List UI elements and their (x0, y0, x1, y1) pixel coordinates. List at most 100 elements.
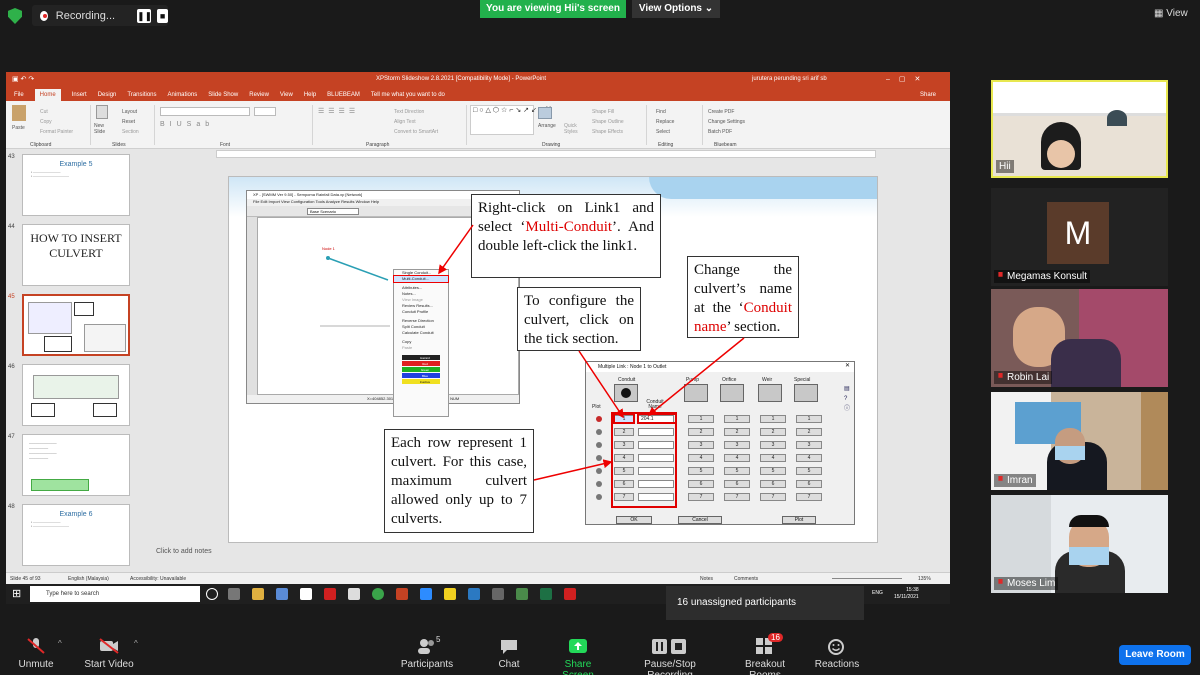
windows-start-icon[interactable]: ⊞ (12, 587, 21, 600)
tab-review[interactable]: Review (249, 92, 269, 98)
format-painter-button[interactable]: Format Painter (40, 127, 73, 137)
pause-stop-recording-button[interactable]: Pause/Stop Recording (620, 631, 720, 675)
tab-bluebeam[interactable]: BLUEBEAM (327, 92, 360, 98)
chrome-icon[interactable] (372, 588, 384, 600)
font-style-buttons[interactable]: BIUSab (160, 121, 214, 128)
font-name-select[interactable] (160, 107, 250, 116)
cut-button[interactable]: Cut (40, 107, 73, 117)
photos-icon[interactable] (516, 588, 528, 600)
view-options-button[interactable]: View Options ⌄ (632, 0, 720, 18)
participant-tile-megamas[interactable]: M Megamas Konsult (991, 188, 1168, 286)
share-button[interactable]: Share (920, 92, 936, 98)
zoom-slider[interactable] (832, 578, 902, 579)
app-icon[interactable] (492, 588, 504, 600)
app-icon[interactable] (348, 588, 360, 600)
tab-file[interactable]: File (14, 92, 24, 98)
shape-fill-button[interactable]: Shape Fill (592, 107, 624, 117)
security-shield-icon[interactable] (8, 8, 22, 24)
taskbar-search[interactable]: Type here to search (30, 586, 200, 602)
chat-button[interactable]: Chat (494, 631, 524, 670)
view-button[interactable]: ▦ View (1154, 8, 1188, 19)
tab-animations[interactable]: Animations (168, 92, 198, 98)
stop-recording-icon[interactable]: ■ (157, 8, 168, 23)
shape-outline-button[interactable]: Shape Outline (592, 117, 624, 127)
status-zoom[interactable]: 135% (918, 576, 931, 582)
slide-thumbnail-47[interactable]: ───────────── ───────── ───────────── ─────… (22, 434, 130, 496)
create-pdf-button[interactable]: Create PDF (708, 107, 745, 117)
cortana-icon[interactable] (206, 588, 218, 600)
tab-help[interactable]: Help (304, 92, 316, 98)
reset-button[interactable]: Reset (122, 117, 139, 127)
share-screen-button[interactable]: Share Screen (548, 631, 608, 675)
participant-tile-imran[interactable]: Imran (991, 392, 1168, 490)
status-comments-button[interactable]: Comments (734, 576, 758, 582)
font-size-select[interactable] (254, 107, 276, 116)
new-slide-button[interactable]: New Slide (94, 123, 116, 135)
slide-thumbnail-48[interactable]: Example 6 ▪ ───────────── ▪ ─────────────… (22, 504, 130, 566)
window-controls-icon[interactable]: –▢✕ (886, 75, 929, 83)
copy-button[interactable]: Copy (40, 117, 73, 127)
chevron-up-icon[interactable]: ^ (134, 639, 138, 648)
slide-thumbnail-46[interactable] (22, 364, 130, 426)
participants-button[interactable]: 5 Participants (400, 631, 454, 670)
slide-thumbnail-45[interactable] (22, 294, 130, 356)
tab-slideshow[interactable]: Slide Show (208, 92, 238, 98)
notes-pane[interactable]: Click to add notes (156, 548, 212, 555)
quick-styles-button[interactable]: Quick Styles (564, 123, 582, 135)
change-settings-button[interactable]: Change Settings (708, 117, 745, 127)
tab-transitions[interactable]: Transitions (127, 92, 156, 98)
zoom-icon[interactable] (420, 588, 432, 600)
unassigned-participants-tooltip[interactable]: 16 unassigned participants (666, 586, 864, 620)
find-button[interactable]: Find (656, 107, 674, 117)
save-icon[interactable]: ▣ ↶ ↷ (12, 75, 34, 83)
app-icon[interactable] (276, 588, 288, 600)
new-slide-icon[interactable] (96, 105, 108, 119)
chevron-up-icon[interactable]: ^ (58, 639, 62, 648)
app-icon[interactable] (468, 588, 480, 600)
shape-effects-button[interactable]: Shape Effects (592, 127, 624, 137)
excel-icon[interactable] (540, 588, 552, 600)
app-r-icon[interactable] (300, 588, 312, 600)
powerpoint-icon[interactable] (396, 588, 408, 600)
leave-room-button[interactable]: Leave Room (1119, 645, 1191, 665)
pause-recording-icon[interactable]: ❚❚ (137, 8, 152, 23)
lang-indicator[interactable]: ENG (872, 590, 883, 596)
participant-tile-hii[interactable]: Hii (991, 80, 1168, 178)
sticky-notes-icon[interactable] (444, 588, 456, 600)
slide-thumbnail-43[interactable]: Example 5 ▪ ───────────── ▪ ─────────────… (22, 154, 130, 216)
text-direction-button[interactable]: Text Direction (394, 107, 438, 117)
start-video-button[interactable]: Start Video (84, 631, 134, 670)
select-button[interactable]: Select (656, 127, 674, 137)
section-button[interactable]: Section (122, 127, 139, 137)
tab-view[interactable]: View (280, 92, 293, 98)
batch-pdf-button[interactable]: Batch PDF (708, 127, 745, 137)
file-explorer-icon[interactable] (252, 588, 264, 600)
taskview-icon[interactable] (228, 588, 240, 600)
status-language[interactable]: English (Malaysia) (68, 576, 109, 582)
status-accessibility[interactable]: Accessibility: Unavailable (130, 576, 186, 582)
participant-tile-moses[interactable]: Moses Lim (991, 495, 1168, 593)
arrange-icon[interactable] (538, 107, 552, 119)
taskbar-clock[interactable]: 15:38 15/11/2021 (894, 587, 919, 601)
reactions-button[interactable]: Reactions (814, 631, 860, 670)
acrobat-icon[interactable] (324, 588, 336, 600)
tab-design[interactable]: Design (98, 92, 117, 98)
current-slide-canvas[interactable]: XP - [SWMM Ver 9.50] - Sempoma Rainfall … (228, 176, 878, 543)
align-text-button[interactable]: Align Text (394, 117, 438, 127)
arrange-button[interactable]: Arrange (538, 123, 556, 129)
shapes-gallery[interactable]: □○△⬡☆⌐↘↗↙□{} (470, 105, 552, 135)
tab-insert[interactable]: Insert (72, 92, 87, 98)
convert-smartart-button[interactable]: Convert to SmartArt (394, 127, 438, 137)
unmute-button[interactable]: Unmute (16, 631, 56, 670)
layout-button[interactable]: Layout (122, 107, 139, 117)
breakout-rooms-button[interactable]: 16 Breakout Rooms (728, 631, 802, 675)
paste-icon[interactable] (12, 105, 26, 121)
participant-tile-robin[interactable]: Robin Lai (991, 289, 1168, 387)
tab-home[interactable]: Home (34, 89, 61, 101)
tell-me-search[interactable]: Tell me what you want to do (371, 92, 445, 98)
status-notes-button[interactable]: Notes (700, 576, 713, 582)
pdf-icon[interactable] (564, 588, 576, 600)
replace-button[interactable]: Replace (656, 117, 674, 127)
paste-button[interactable]: Paste (12, 125, 25, 131)
paragraph-buttons[interactable]: ☰☰☰☰ (318, 107, 359, 115)
